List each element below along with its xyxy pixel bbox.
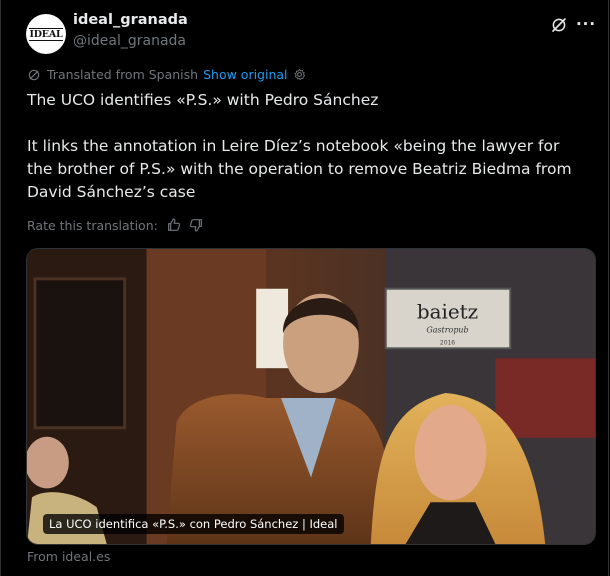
tweet-card: IDEAL ideal_granada @ideal_granada ··· T… <box>0 0 609 576</box>
sign-title: baietz <box>417 301 478 324</box>
translation-notice: Translated from Spanish Show original <box>27 67 306 82</box>
tweet-body: It links the annotation in Leire Díez’s … <box>27 137 572 201</box>
gear-icon[interactable] <box>293 68 306 81</box>
show-original-link[interactable]: Show original <box>203 67 287 82</box>
user-handle[interactable]: @ideal_granada <box>73 33 186 49</box>
translated-from-label: Translated from Spanish <box>47 67 199 82</box>
thumbs-up-icon[interactable] <box>166 217 182 233</box>
sign-subtitle: Gastropub <box>426 325 468 334</box>
media-card[interactable]: baietz Gastropub 2016 La UCO identifica … <box>26 248 596 545</box>
thumbs-down-icon[interactable] <box>188 217 204 233</box>
avatar-logo-text: IDEAL <box>28 27 64 41</box>
tweet-text: The UCO identifies «P.S.» with Pedro Sán… <box>27 89 587 204</box>
tweet-header: IDEAL ideal_granada @ideal_granada ··· <box>26 10 596 58</box>
rate-translation-label: Rate this translation: <box>27 217 158 233</box>
grok-icon[interactable] <box>550 16 568 34</box>
link-source[interactable]: From ideal.es <box>27 549 110 564</box>
tweet-headline: The UCO identifies «P.S.» with Pedro Sán… <box>27 91 379 109</box>
news-photo: baietz Gastropub 2016 <box>27 249 595 544</box>
more-icon[interactable]: ··· <box>576 14 596 34</box>
avatar[interactable]: IDEAL <box>26 14 66 54</box>
translate-icon <box>28 69 40 80</box>
rate-translation: Rate this translation: <box>27 217 204 233</box>
media-caption: La UCO identifica «P.S.» con Pedro Sánch… <box>43 514 344 534</box>
sign-year: 2016 <box>440 339 455 346</box>
display-name[interactable]: ideal_granada <box>73 12 188 28</box>
